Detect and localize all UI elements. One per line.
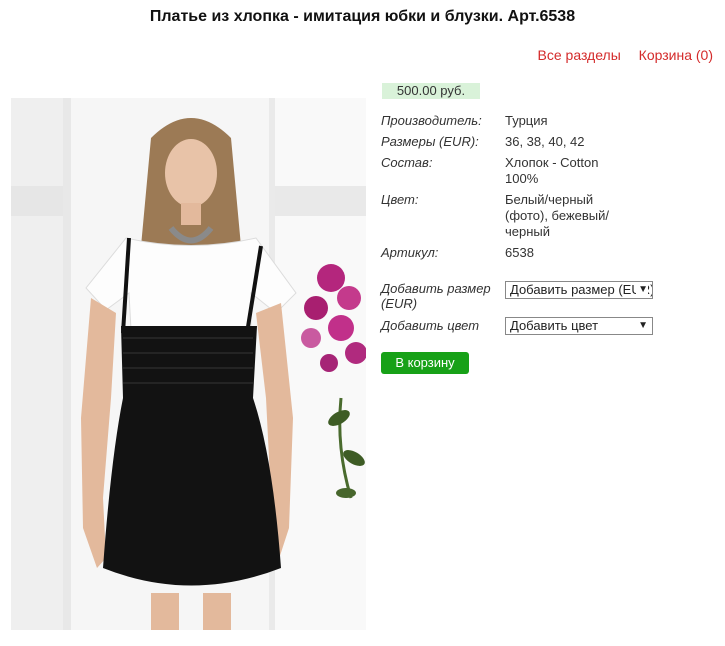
product-photo[interactable] [11, 98, 366, 630]
color-select-value: Добавить цвет [510, 318, 599, 333]
property-value: 6538 [505, 245, 534, 260]
property-row-article: Артикул: 6538 [381, 245, 711, 261]
all-sections-link[interactable]: Все разделы [538, 47, 621, 63]
add-size-label: Добавить размер (EUR) [381, 281, 491, 311]
property-value: Белый/черный (фото), бежевый/черный [505, 192, 609, 239]
property-row-composition: Состав: Хлопок - Cotton 100% [381, 155, 711, 187]
size-select-value: Добавить размер (EUR) [510, 282, 653, 297]
add-to-cart-button[interactable]: В корзину [381, 352, 469, 374]
product-properties: Производитель: Турция Размеры (EUR): 36,… [381, 113, 711, 266]
chevron-down-icon: ▼ [636, 318, 648, 334]
cart-link[interactable]: Корзина (0) [639, 47, 713, 63]
top-links: Все разделы Корзина (0) [524, 47, 713, 63]
property-row-manufacturer: Производитель: Турция [381, 113, 711, 129]
dress-illustration [11, 98, 366, 630]
size-select[interactable]: Добавить размер (EUR) ▼ [505, 281, 653, 299]
property-label: Состав: [381, 155, 433, 170]
property-label: Цвет: [381, 192, 419, 207]
price-badge: 500.00 руб. [382, 83, 480, 99]
property-value: 36, 38, 40, 42 [505, 134, 585, 149]
property-row-sizes: Размеры (EUR): 36, 38, 40, 42 [381, 134, 711, 150]
property-row-color: Цвет: Белый/черный (фото), бежевый/черны… [381, 192, 711, 240]
add-color-label: Добавить цвет [381, 318, 480, 333]
property-value: Турция [505, 113, 548, 128]
property-value: Хлопок - Cotton 100% [505, 155, 599, 186]
property-label: Размеры (EUR): [381, 134, 479, 149]
property-label: Производитель: [381, 113, 482, 128]
property-label: Артикул: [381, 245, 439, 260]
color-select[interactable]: Добавить цвет ▼ [505, 317, 653, 335]
chevron-down-icon: ▼ [636, 282, 648, 298]
page-title: Платье из хлопка - имитация юбки и блузк… [149, 8, 576, 25]
